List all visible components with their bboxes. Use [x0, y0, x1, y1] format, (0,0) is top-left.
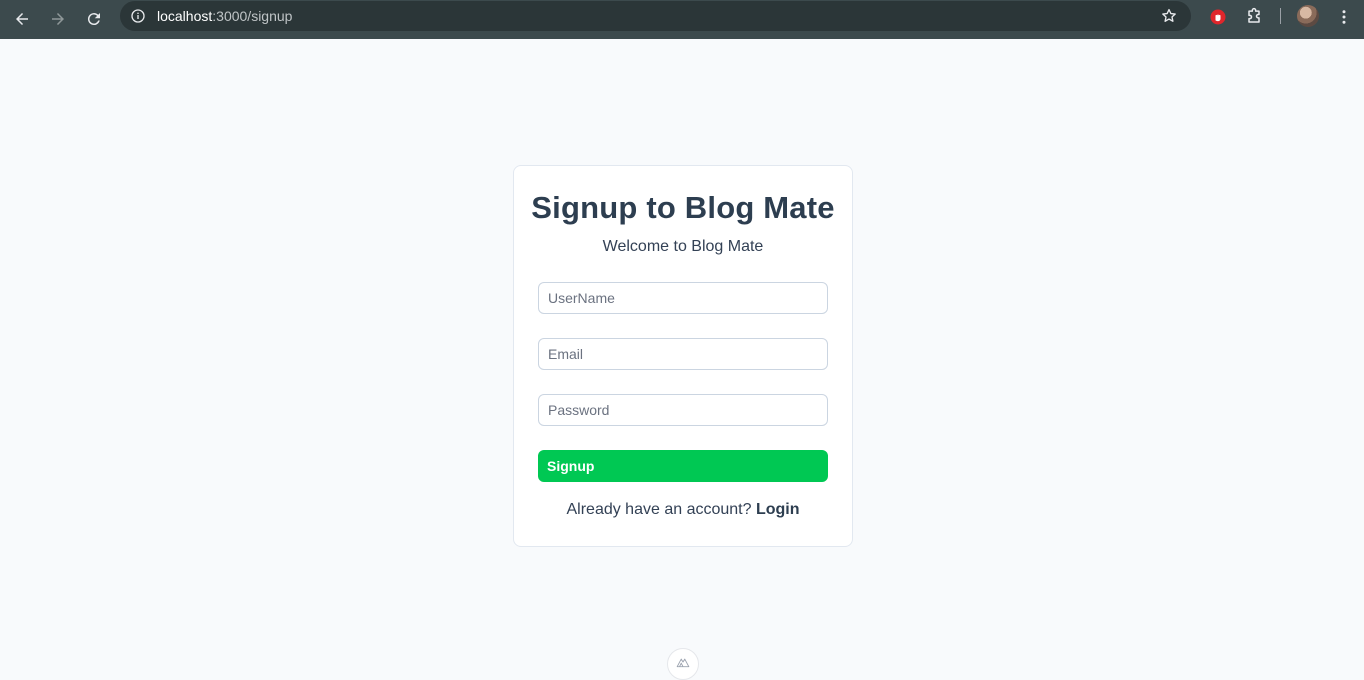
star-icon[interactable]	[1160, 7, 1178, 25]
forward-arrow-icon	[52, 13, 64, 25]
browser-toolbar: localhost:3000/signup	[0, 0, 1364, 39]
email-input[interactable]	[538, 338, 828, 370]
page-title: Signup to Blog Mate	[531, 190, 835, 225]
forward-button[interactable]	[44, 5, 72, 33]
toolbar-divider	[1280, 8, 1281, 24]
devtools-toggle[interactable]	[667, 648, 699, 680]
reload-button[interactable]	[80, 5, 108, 33]
extension-red-icon[interactable]	[1207, 6, 1229, 28]
menu-dots-icon[interactable]	[1333, 6, 1355, 28]
login-prompt-text: Already have an account?	[566, 501, 756, 518]
welcome-subtitle: Welcome to Blog Mate	[602, 238, 764, 255]
back-button[interactable]	[8, 5, 36, 33]
signup-button[interactable]: Signup	[538, 450, 828, 482]
password-input[interactable]	[538, 394, 828, 426]
username-input[interactable]	[538, 282, 828, 314]
login-prompt: Already have an account? Login	[514, 501, 852, 519]
address-url[interactable]: localhost:3000/signup	[157, 8, 292, 24]
url-host: localhost	[157, 8, 213, 24]
login-link[interactable]: Login	[756, 501, 800, 518]
nuxt-logo-icon	[676, 658, 690, 668]
puzzle-icon[interactable]	[1243, 6, 1265, 28]
address-bar[interactable]: localhost:3000/signup	[120, 1, 1191, 31]
site-info-icon[interactable]	[129, 7, 147, 25]
signup-card: Signup to Blog Mate Welcome to Blog Mate…	[513, 165, 853, 547]
back-arrow-icon	[16, 13, 28, 25]
profile-avatar[interactable]	[1297, 5, 1319, 27]
url-path: :3000/signup	[212, 8, 293, 24]
reload-icon	[87, 13, 100, 26]
